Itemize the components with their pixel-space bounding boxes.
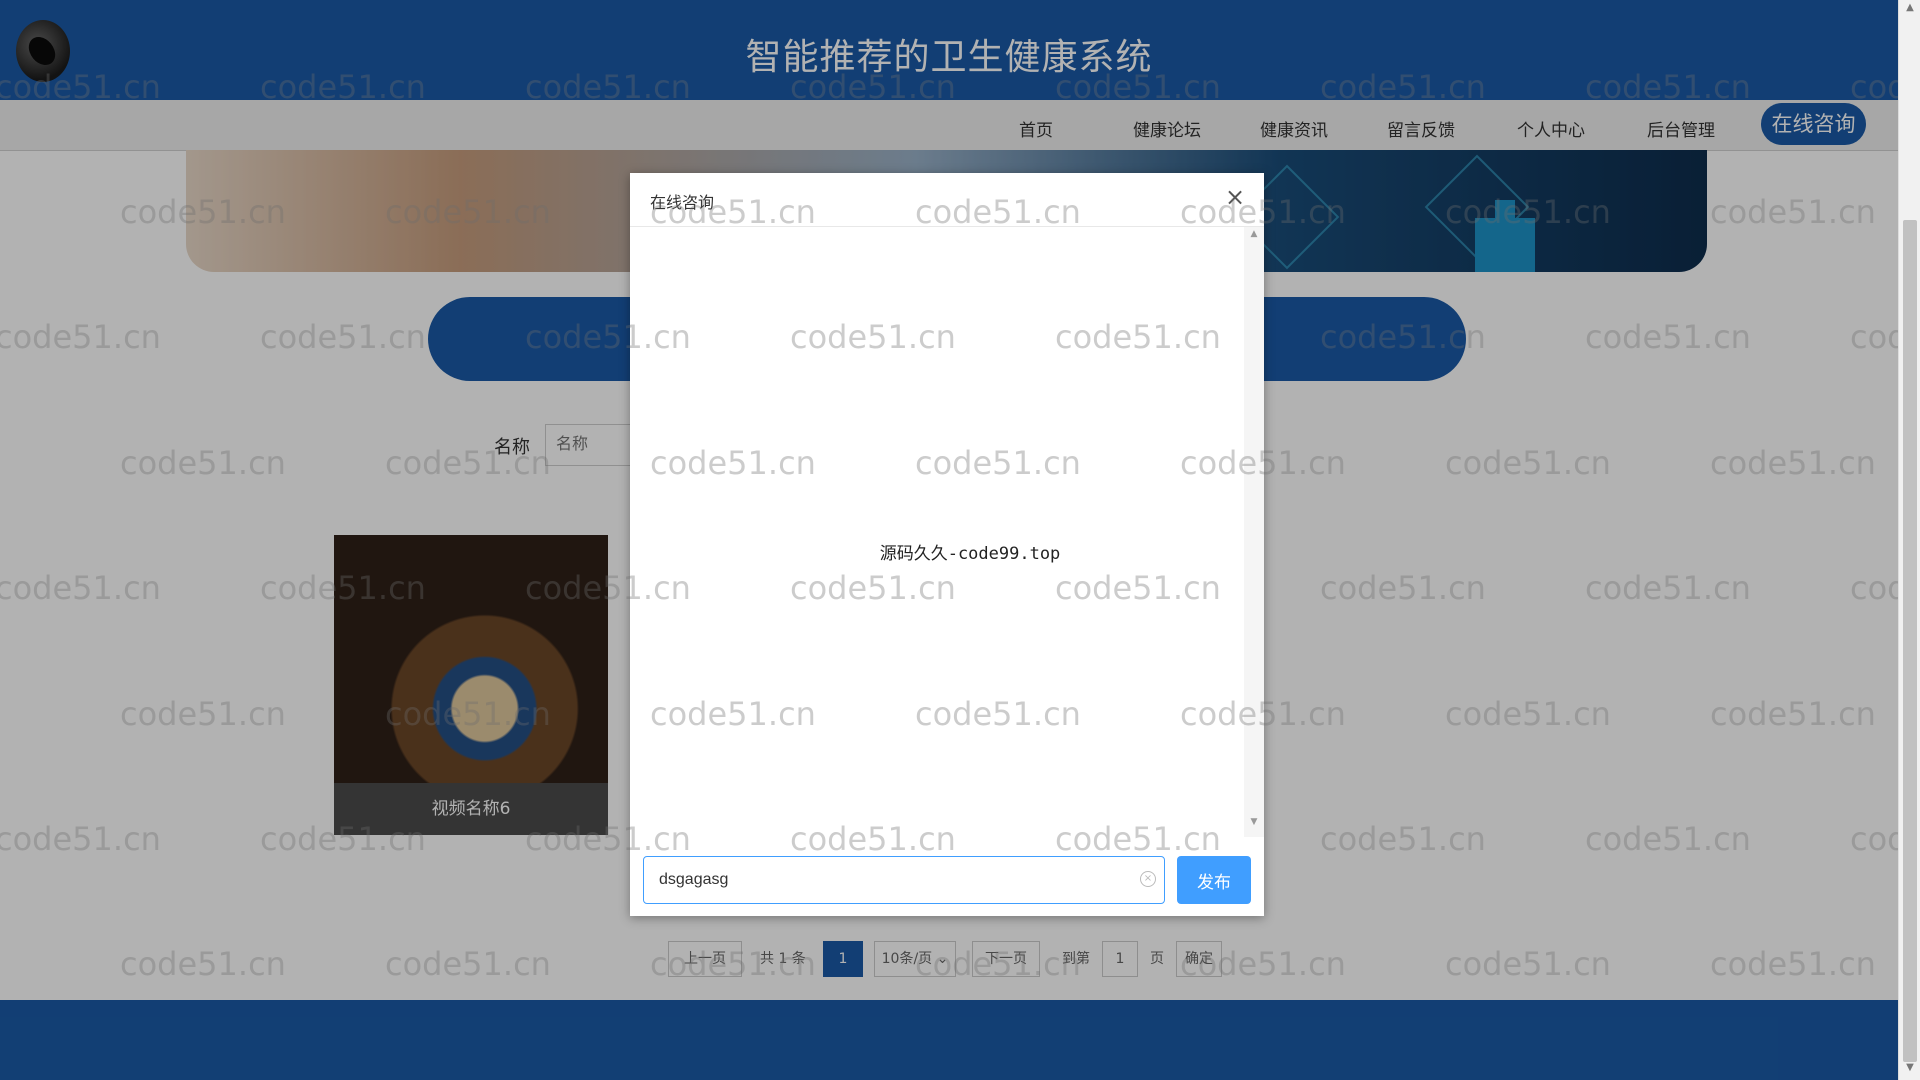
scroll-up-icon[interactable]: ▲: [1244, 229, 1264, 247]
chat-scrollbar[interactable]: ▲ ▼: [1244, 227, 1264, 837]
send-button[interactable]: 发布: [1177, 856, 1251, 904]
clear-icon[interactable]: ×: [1140, 871, 1156, 887]
scroll-down-icon[interactable]: ▼: [1244, 817, 1264, 835]
close-icon[interactable]: ×: [1220, 182, 1250, 212]
scroll-up-icon[interactable]: ▲: [1899, 2, 1920, 18]
page-scrollbar[interactable]: ▲ ▼: [1898, 0, 1920, 1080]
chat-message: 源码久久-code99.top: [879, 544, 1061, 564]
dialog-header: 在线咨询 ×: [630, 173, 1264, 227]
scroll-down-icon[interactable]: ▼: [1899, 1062, 1920, 1078]
consult-dialog: 在线咨询 × 源码久久-code99.top ▲ ▼ × 发布: [630, 173, 1264, 916]
dialog-title: 在线咨询: [650, 193, 715, 212]
page: 智能推荐的卫生健康系统 首页 健康论坛 健康资讯 留言反馈 个人中心 后台管理 …: [0, 0, 1898, 1080]
scrollbar-thumb[interactable]: [1903, 220, 1917, 1062]
message-input[interactable]: [643, 856, 1165, 904]
chat-area[interactable]: 源码久久-code99.top: [630, 227, 1244, 837]
